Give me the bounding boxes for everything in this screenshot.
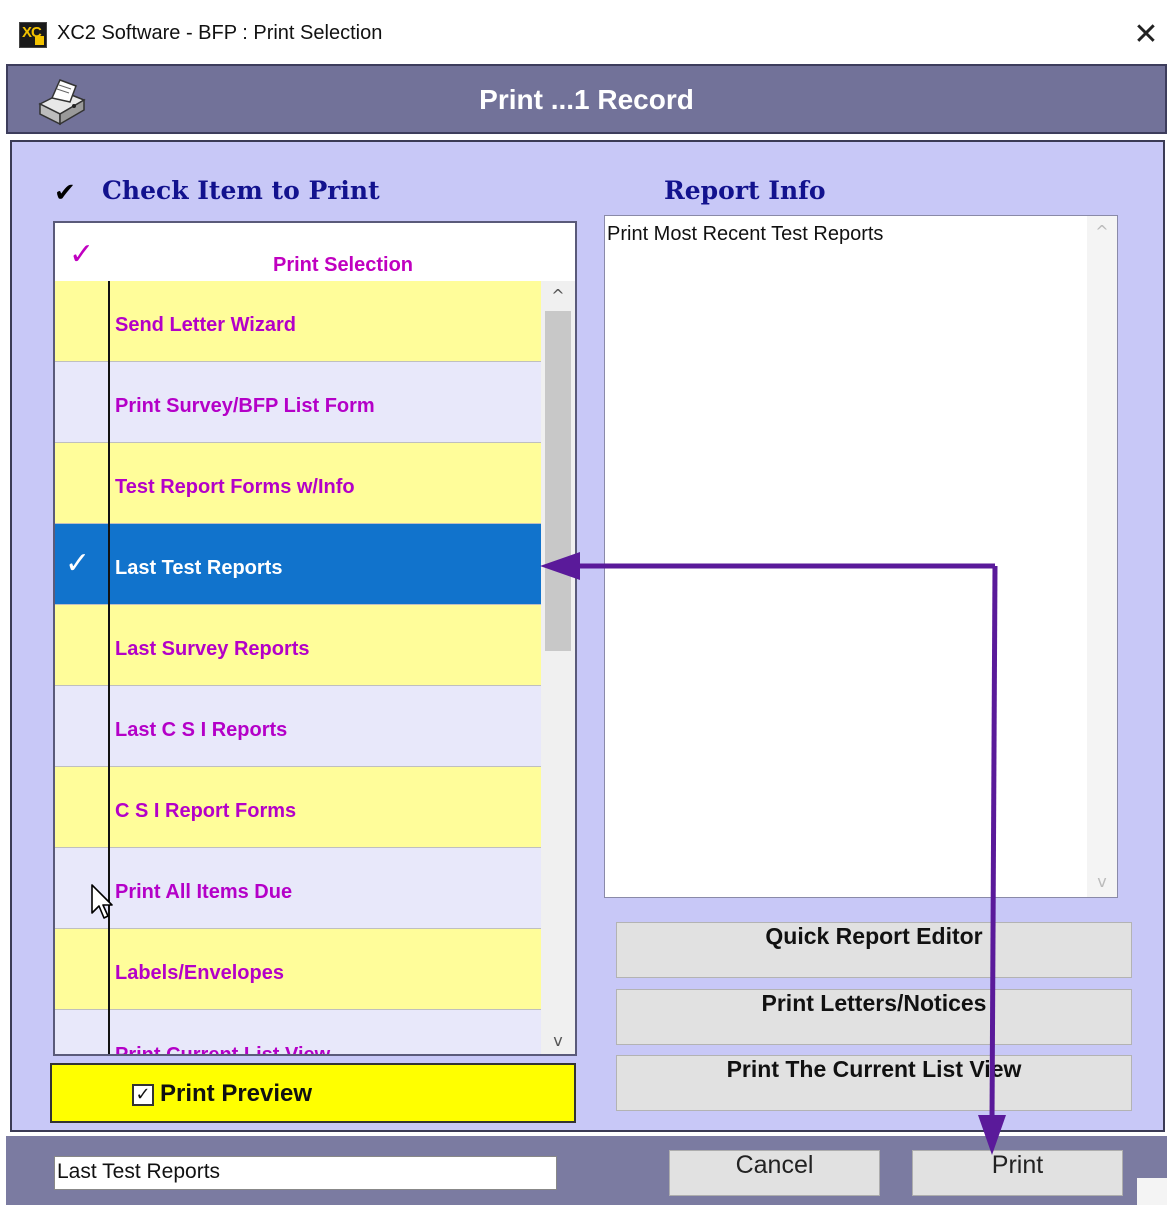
list-item[interactable]: Last Survey Reports — [55, 605, 541, 686]
list-item-label: Last Survey Reports — [115, 638, 310, 660]
dialog-header: Print ...1 Record — [6, 64, 1167, 134]
print-preview-checkbox[interactable]: ✓ — [132, 1084, 154, 1106]
list-scrollbar[interactable]: ^ v — [541, 281, 575, 1054]
info-scrollbar[interactable]: ^ v — [1087, 216, 1117, 897]
print-selection-list[interactable]: ✓ Print Selection Send Letter Wizard Pri… — [53, 221, 577, 1056]
list-item-label: Print All Items Due — [115, 881, 293, 903]
list-item-label: Print Survey/BFP List Form — [115, 395, 375, 417]
selected-report-field[interactable]: Last Test Reports — [54, 1156, 557, 1190]
list-item[interactable]: C S I Report Forms — [55, 767, 541, 848]
close-button[interactable]: ✕ — [1125, 14, 1167, 56]
list-item[interactable]: Last C S I Reports — [55, 686, 541, 767]
app-icon: XC — [19, 22, 47, 48]
list-item-label: Last Test Reports — [115, 557, 283, 579]
dialog-footer: Last Test Reports Cancel Print — [6, 1136, 1167, 1205]
list-item-label: Test Report Forms w/Info — [115, 476, 355, 498]
quick-report-editor-button[interactable]: Quick Report Editor — [616, 922, 1132, 978]
report-info-text: Print Most Recent Test Reports — [607, 223, 884, 245]
list-item-label: Send Letter Wizard — [115, 314, 296, 336]
list-rows: Send Letter Wizard Print Survey/BFP List… — [55, 281, 541, 1056]
list-item-label: Labels/Envelopes — [115, 962, 284, 984]
list-item[interactable]: Test Report Forms w/Info — [55, 443, 541, 524]
report-info-box[interactable]: Print Most Recent Test Reports ^ v — [604, 215, 1118, 898]
print-letters-button[interactable]: Print Letters/Notices — [616, 989, 1132, 1045]
cancel-button[interactable]: Cancel — [669, 1150, 880, 1196]
dialog-title: Print ...1 Record — [479, 84, 694, 115]
list-item-label: C S I Report Forms — [115, 800, 297, 822]
list-item[interactable]: Labels/Envelopes — [55, 929, 541, 1010]
list-item[interactable]: Print Survey/BFP List Form — [55, 362, 541, 443]
print-list-view-button[interactable]: Print The Current List View — [616, 1055, 1132, 1111]
report-info-heading: Report Info — [664, 176, 826, 205]
list-item[interactable]: Print All Items Due — [55, 848, 541, 929]
mouse-cursor-icon — [91, 884, 113, 919]
row-check[interactable]: ✓ — [65, 546, 101, 581]
resize-grip[interactable] — [1137, 1178, 1167, 1205]
scroll-down-icon[interactable]: v — [541, 1026, 575, 1054]
title-bar: XC XC2 Software - BFP : Print Selection … — [0, 0, 1167, 64]
scroll-up-icon[interactable]: ^ — [541, 281, 575, 311]
info-scroll-down-icon[interactable]: v — [1087, 872, 1117, 891]
list-header: ✓ Print Selection — [55, 223, 575, 283]
header-checkmark-icon: ✓ — [69, 237, 95, 272]
check-items-heading: Check Item to Print — [102, 176, 380, 205]
list-item-label: Last C S I Reports — [115, 719, 288, 741]
list-item[interactable]: Print Current List View — [55, 1010, 541, 1056]
main-panel: ✔ Check Item to Print Report Info ✓ Prin… — [10, 140, 1165, 1132]
list-item-selected[interactable]: ✓ Last Test Reports — [55, 524, 541, 605]
list-item-label: Print Current List View — [115, 1044, 331, 1056]
column-divider — [108, 281, 110, 1054]
info-scroll-up-icon[interactable]: ^ — [1087, 222, 1117, 241]
print-preview-label[interactable]: Print Preview — [160, 1080, 312, 1108]
window-title: XC2 Software - BFP : Print Selection — [57, 22, 383, 44]
print-button[interactable]: Print — [912, 1150, 1123, 1196]
list-item[interactable]: Send Letter Wizard — [55, 281, 541, 362]
list-header-title: Print Selection — [272, 254, 414, 276]
checkmark-icon: ✔ — [54, 178, 76, 208]
print-preview-box: ✓ Print Preview — [50, 1063, 576, 1123]
scroll-thumb[interactable] — [545, 311, 571, 651]
